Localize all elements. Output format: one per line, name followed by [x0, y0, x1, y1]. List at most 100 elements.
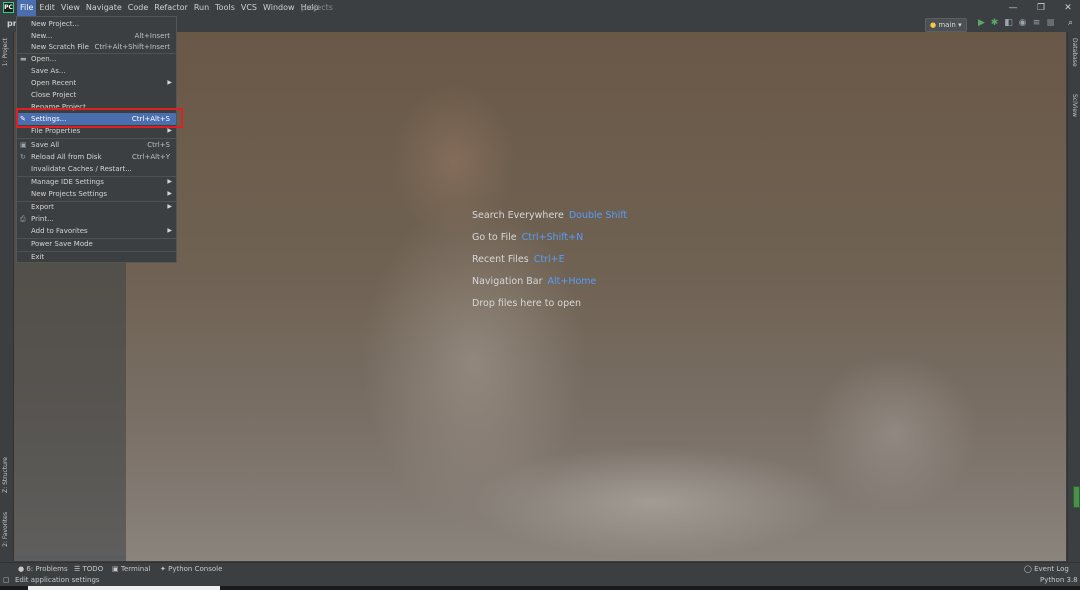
menu-item-manage-ide-settings[interactable]: Manage IDE Settings ▶	[17, 176, 176, 188]
menu-code[interactable]: Code	[125, 0, 151, 16]
status-toggle-icon[interactable]: ▢	[3, 574, 10, 586]
menu-run[interactable]: Run	[191, 0, 212, 16]
hint-navigation-bar: Navigation Bar Alt+Home	[472, 276, 596, 287]
tab-database[interactable]: Database	[1071, 38, 1078, 67]
tab-favorites[interactable]: 2: Favorites	[2, 512, 9, 547]
submenu-arrow-icon: ▶	[167, 203, 172, 210]
menu-item-label: New Projects Settings	[31, 190, 108, 198]
tab-project[interactable]: 1: Project	[2, 38, 9, 66]
menu-item-label: Close Project	[31, 91, 77, 99]
menu-item-label: Manage IDE Settings	[31, 178, 104, 186]
menu-item-label: Invalidate Caches / Restart...	[31, 165, 132, 173]
hint-label: Search Everywhere	[472, 210, 564, 221]
menu-item-shortcut: Ctrl+Alt+Y	[132, 153, 170, 161]
menu-item-open-recent[interactable]: Open Recent ▶	[17, 77, 176, 89]
hint-label: Recent Files	[472, 254, 529, 265]
menu-item-save-as[interactable]: Save As...	[17, 65, 176, 77]
menu-file[interactable]: File	[17, 0, 37, 16]
hint-shortcut: Double Shift	[568, 210, 628, 221]
menu-item-label: Save As...	[31, 67, 66, 75]
python-icon: ●	[930, 21, 937, 29]
profile-icon[interactable]: ◉	[1018, 19, 1027, 28]
folder-icon: ▬	[20, 55, 27, 63]
tab-sciview[interactable]: SciView	[1071, 94, 1078, 117]
menu-vcs[interactable]: VCS	[238, 0, 260, 16]
hint-shortcut: Ctrl+E	[533, 254, 565, 265]
terminal-icon: ▣	[112, 565, 119, 573]
window-title: projects	[301, 3, 333, 12]
python-interpreter-indicator[interactable]: Python 3.8	[1040, 574, 1078, 586]
menu-item-label: Open...	[31, 55, 57, 63]
menu-bar: PC File Edit View Navigate Code Refactor…	[0, 0, 1080, 16]
menu-item-exit[interactable]: Exit	[17, 251, 176, 263]
submenu-arrow-icon: ▶	[167, 227, 172, 234]
menu-item-new-project[interactable]: New Project...	[17, 18, 176, 30]
menu-item-open[interactable]: ▬ Open...	[17, 53, 176, 65]
tab-label: Terminal	[120, 565, 151, 573]
debug-icon[interactable]: ✱	[990, 19, 999, 28]
menu-item-close-project[interactable]: Close Project	[17, 89, 176, 101]
hint-search-everywhere: Search Everywhere Double Shift	[472, 210, 627, 221]
run-configuration-selector[interactable]: ● main ▾	[925, 18, 967, 32]
menu-item-label: New Project...	[31, 20, 80, 28]
event-log-icon: ◯	[1024, 565, 1032, 573]
menu-item-power-save-mode[interactable]: Power Save Mode	[17, 238, 176, 250]
menu-item-label: Exit	[31, 253, 45, 261]
inspection-marker[interactable]	[1073, 486, 1080, 508]
run-config-label: main	[938, 21, 956, 29]
search-icon[interactable]: ⌕	[1066, 19, 1075, 28]
close-window-button[interactable]: ✕	[1058, 0, 1078, 16]
menu-item-label: Export	[31, 203, 54, 211]
project-panel-scrollbar[interactable]	[16, 555, 126, 559]
menu-navigate[interactable]: Navigate	[83, 0, 125, 16]
menu-item-label: Power Save Mode	[31, 240, 93, 248]
menu-item-new-scratch-file[interactable]: New Scratch File Ctrl+Alt+Shift+Insert	[17, 41, 176, 53]
tab-structure[interactable]: Z: Structure	[2, 457, 9, 493]
menu-window[interactable]: Window	[260, 0, 298, 16]
tab-label: 6: Problems	[26, 565, 68, 573]
todo-icon: ☰	[74, 565, 81, 573]
hint-label: Drop files here to open	[472, 298, 582, 309]
minimize-button[interactable]: —	[1003, 0, 1023, 16]
submenu-arrow-icon: ▶	[167, 190, 172, 197]
coverage-icon[interactable]: ◧	[1004, 19, 1013, 28]
menu-item-invalidate-caches[interactable]: Invalidate Caches / Restart...	[17, 163, 176, 175]
tab-label: Event Log	[1034, 565, 1069, 573]
menu-item-add-to-favorites[interactable]: Add to Favorites ▶	[17, 225, 176, 237]
hint-recent-files: Recent Files Ctrl+E	[472, 254, 565, 265]
left-tool-stripe: 1: Project Z: Structure 2: Favorites	[0, 32, 14, 561]
menu-item-label: Add to Favorites	[31, 227, 88, 235]
maximize-button[interactable]: ❐	[1031, 0, 1051, 16]
menu-item-label: Print...	[31, 215, 54, 223]
menu-item-save-all[interactable]: ▣ Save All Ctrl+S	[17, 139, 176, 151]
hint-shortcut: Ctrl+Shift+N	[521, 232, 584, 243]
reload-icon: ↻	[20, 153, 26, 161]
save-icon: ▣	[20, 141, 27, 149]
hint-drop-files: Drop files here to open	[472, 298, 581, 309]
menu-item-print[interactable]: ⎙ Print...	[17, 213, 176, 225]
main-menu: File Edit View Navigate Code Refactor Ru…	[17, 0, 322, 16]
file-menu-dropdown: New Project... New... Alt+Insert New Scra…	[16, 16, 177, 263]
stop-icon[interactable]: ■	[1046, 19, 1055, 28]
tab-label: Python Console	[168, 565, 223, 573]
submenu-arrow-icon: ▶	[167, 79, 172, 86]
status-message: Edit application settings	[15, 576, 100, 584]
menu-item-reload-all[interactable]: ↻ Reload All from Disk Ctrl+Alt+Y	[17, 151, 176, 163]
hint-shortcut: Alt+Home	[547, 276, 597, 287]
menu-item-label: Reload All from Disk	[31, 153, 102, 161]
taskbar-window-button[interactable]	[28, 586, 220, 590]
menu-item-export[interactable]: Export ▶	[17, 201, 176, 213]
build-icon[interactable]: ≡	[1032, 19, 1041, 28]
problems-icon: ●	[18, 565, 25, 573]
pycharm-logo-icon: PC	[3, 2, 14, 13]
menu-item-label: New Scratch File	[31, 43, 89, 51]
menu-tools[interactable]: Tools	[212, 0, 238, 16]
run-icon[interactable]: ▶	[977, 19, 986, 28]
menu-view[interactable]: View	[58, 0, 83, 16]
menu-edit[interactable]: Edit	[36, 0, 58, 16]
menu-refactor[interactable]: Refactor	[151, 0, 191, 16]
print-icon: ⎙	[20, 215, 26, 223]
status-bar: ▢ Edit application settings Python 3.8	[0, 574, 1080, 586]
menu-item-new-projects-settings[interactable]: New Projects Settings ▶	[17, 188, 176, 200]
chevron-down-icon: ▾	[958, 21, 962, 29]
